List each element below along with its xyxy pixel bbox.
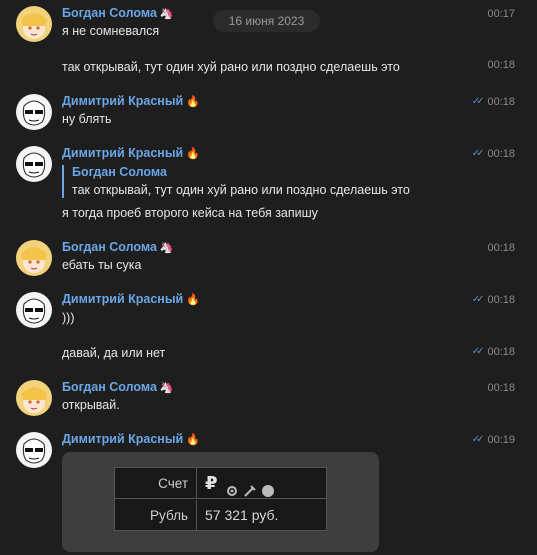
author-name[interactable]: Димитрий Красный 🔥 (62, 292, 200, 308)
compass-icon (261, 478, 275, 498)
author-name[interactable]: Богдан Солома 🦄 (62, 6, 174, 22)
currency-label: Рубль (115, 500, 197, 531)
quote-author: Богдан Солома (72, 165, 167, 179)
author-badge-icon: 🦄 (159, 242, 174, 254)
avatar-bogdan[interactable] (16, 6, 52, 42)
message-time: 00:18 (487, 242, 515, 254)
balance-value: 57 321 руб. (205, 507, 279, 523)
double-check-icon: ✓✓ (471, 294, 485, 305)
message-time: ✓✓ 00:19 (471, 434, 515, 446)
message-time: ✓✓ 00:18 (471, 148, 515, 160)
message-text: я не сомневался (62, 24, 160, 38)
account-icons (225, 478, 275, 498)
message-time: 00:17 (487, 8, 515, 20)
message-time: ✓✓ 00:18 (471, 294, 515, 306)
double-check-icon: ✓✓ (471, 346, 485, 357)
message-text: ))) (62, 311, 75, 325)
author-name[interactable]: Богдан Солома 🦄 (62, 240, 174, 256)
author-badge-icon: 🔥 (186, 96, 200, 108)
reply-quote[interactable]: Богдан Солома так открывай, тут один хуй… (62, 165, 410, 198)
avatar-dimitriy[interactable] (16, 146, 52, 182)
avatar-bogdan[interactable] (16, 240, 52, 276)
author-badge-icon: 🦄 (159, 8, 174, 20)
message-text: давай, да или нет (62, 346, 166, 360)
message-time: 00:18 (487, 382, 515, 394)
avatar-bogdan[interactable] (16, 380, 52, 416)
table-row: Рубль 57 321 руб. (115, 500, 326, 531)
avatar-dimitriy[interactable] (16, 292, 52, 328)
image-attachment[interactable]: Счет ₽ Рубль 57 321 руб. (62, 452, 379, 552)
author-name[interactable]: Димитрий Красный 🔥 (62, 432, 200, 448)
author-badge-icon: 🔥 (186, 294, 200, 306)
message-time: ✓✓ 00:18 (471, 96, 515, 108)
message-time: ✓✓ 00:18 (471, 346, 515, 358)
tool-icon (243, 478, 257, 498)
message-text: так открывай, тут один хуй рано или позд… (62, 60, 400, 74)
message-time: 00:18 (487, 59, 515, 71)
message-text: ебать ты сука (62, 258, 142, 272)
bank-table: Счет ₽ Рубль 57 321 руб. (114, 467, 327, 531)
double-check-icon: ✓✓ (471, 434, 485, 445)
double-check-icon: ✓✓ (471, 96, 485, 107)
avatar-dimitriy[interactable] (16, 94, 52, 130)
gear-icon (225, 478, 239, 497)
author-badge-icon: 🔥 (186, 148, 200, 160)
author-badge-icon: 🦄 (159, 382, 174, 394)
date-pill: 16 июня 2023 (213, 10, 320, 32)
avatar-dimitriy[interactable] (16, 432, 52, 468)
double-check-icon: ✓✓ (471, 148, 485, 159)
author-badge-icon: 🔥 (186, 434, 200, 446)
account-value: ₽ (205, 468, 275, 500)
author-name[interactable]: Димитрий Красный 🔥 (62, 94, 200, 110)
account-label: Счет (115, 468, 197, 499)
author-name[interactable]: Богдан Солома 🦄 (62, 380, 174, 396)
message-text: я тогда проеб второго кейса на тебя запи… (62, 206, 318, 220)
author-name[interactable]: Димитрий Красный 🔥 (62, 146, 200, 162)
quote-text: так открывай, тут один хуй рано или позд… (72, 183, 410, 197)
table-row: Счет ₽ (115, 468, 326, 499)
message-text: ну блять (62, 112, 112, 126)
message-text: открывай. (62, 398, 120, 412)
ruble-icon: ₽ (205, 473, 218, 493)
